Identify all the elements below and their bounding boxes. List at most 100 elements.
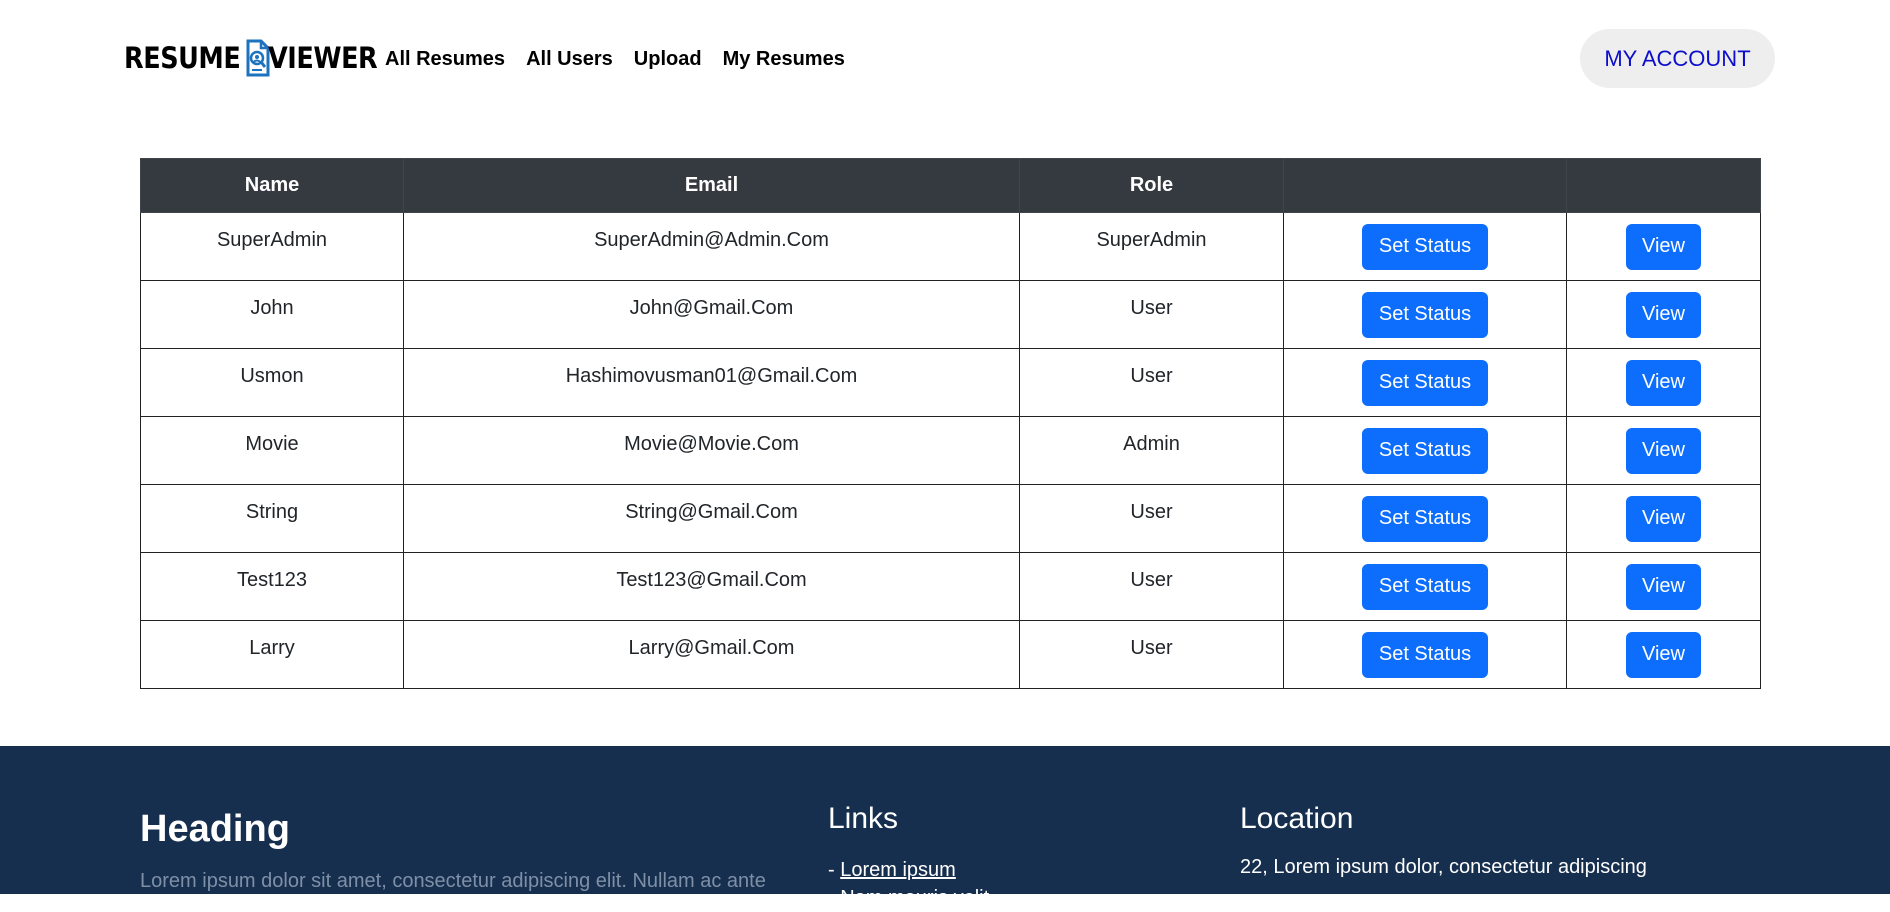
logo-word-resume: RESUME (124, 41, 241, 75)
set-status-button[interactable]: Set Status (1361, 291, 1489, 338)
set-status-button[interactable]: Set Status (1361, 359, 1489, 406)
view-button[interactable]: View (1626, 291, 1701, 338)
footer-links-title: Links (828, 802, 899, 835)
footer-location-text: 22, Lorem ipsum dolor, consectetur adipi… (1240, 856, 1647, 878)
view-button[interactable]: View (1626, 359, 1701, 406)
set-status-button[interactable]: Set Status (1361, 427, 1489, 474)
user-email: Larry@Gmail.Com (628, 637, 795, 659)
cell-status: Set Status (1283, 416, 1567, 485)
cell-name: String (140, 484, 404, 553)
table-row: String String@Gmail.Com User Set Status … (140, 484, 1761, 553)
cell-status: Set Status (1283, 280, 1567, 349)
cell-view: View (1566, 348, 1761, 417)
cell-role: User (1019, 620, 1284, 689)
table-row: Larry Larry@Gmail.Com User Set Status Vi… (140, 620, 1761, 689)
footer-link-item: - Nam mauris velit (828, 884, 989, 912)
cell-status: Set Status (1283, 212, 1567, 281)
user-email: String@Gmail.Com (625, 501, 798, 523)
cell-role: SuperAdmin (1019, 212, 1284, 281)
table-row: SuperAdmin SuperAdmin@Admin.Com SuperAdm… (140, 212, 1761, 281)
cell-status: Set Status (1283, 484, 1567, 553)
main-nav: All Resumes All Users Upload My Resumes (385, 44, 845, 74)
user-name: Usmon (240, 365, 304, 387)
my-account-button[interactable]: MY ACCOUNT (1580, 29, 1775, 88)
nav-my-resumes[interactable]: My Resumes (723, 44, 845, 74)
table-row: John John@Gmail.Com User Set Status View (140, 280, 1761, 349)
footer-link[interactable]: Lorem ipsum (840, 859, 956, 881)
user-role: User (1130, 297, 1173, 319)
column-header-name: Name (140, 158, 404, 213)
cell-name: Larry (140, 620, 404, 689)
nav-upload[interactable]: Upload (634, 44, 702, 74)
cell-status: Set Status (1283, 552, 1567, 621)
view-button[interactable]: View (1626, 427, 1701, 474)
user-email: John@Gmail.Com (629, 297, 794, 319)
user-role: User (1130, 501, 1173, 523)
user-role: Admin (1123, 433, 1180, 455)
cell-view: View (1566, 416, 1761, 485)
cell-role: User (1019, 552, 1284, 621)
cell-email: Hashimovusman01@Gmail.Com (403, 348, 1020, 417)
cell-view: View (1566, 212, 1761, 281)
column-header-status (1283, 158, 1567, 213)
footer-link-prefix: - (828, 859, 841, 881)
user-name: John (250, 297, 294, 319)
cell-email: Larry@Gmail.Com (403, 620, 1020, 689)
column-header-role: Role (1019, 158, 1284, 213)
view-button[interactable]: View (1626, 563, 1701, 610)
view-button[interactable]: View (1626, 495, 1701, 542)
cell-name: John (140, 280, 404, 349)
footer-links-list: - Lorem ipsum - Nam mauris velit (828, 856, 989, 912)
table-row: Test123 Test123@Gmail.Com User Set Statu… (140, 552, 1761, 621)
user-name: String (245, 501, 299, 523)
view-button[interactable]: View (1626, 223, 1701, 270)
user-email: Movie@Movie.Com (624, 433, 799, 455)
cell-view: View (1566, 280, 1761, 349)
table-row: Usmon Hashimovusman01@Gmail.Com User Set… (140, 348, 1761, 417)
footer-link[interactable]: Nam mauris velit (840, 887, 989, 909)
footer-heading: Heading (140, 808, 290, 850)
column-header-view (1566, 158, 1761, 213)
cell-email: Movie@Movie.Com (403, 416, 1020, 485)
cell-email: Test123@Gmail.Com (403, 552, 1020, 621)
user-role: User (1130, 569, 1173, 591)
site-header: RESUME VIEWER All Resumes All Users Uplo… (0, 0, 1890, 118)
table-row: Movie Movie@Movie.Com Admin Set Status V… (140, 416, 1761, 485)
user-role: SuperAdmin (1096, 229, 1207, 251)
nav-all-users[interactable]: All Users (526, 44, 613, 74)
footer-location-title: Location (1240, 802, 1354, 835)
cell-email: SuperAdmin@Admin.Com (403, 212, 1020, 281)
user-role: User (1130, 637, 1173, 659)
footer-link-item: - Lorem ipsum (828, 856, 989, 884)
set-status-button[interactable]: Set Status (1361, 495, 1489, 542)
cell-status: Set Status (1283, 348, 1567, 417)
table-header-row: Name Email Role (140, 158, 1761, 213)
set-status-button[interactable]: Set Status (1361, 563, 1489, 610)
user-name: Movie (245, 433, 299, 455)
cell-name: Usmon (140, 348, 404, 417)
view-button[interactable]: View (1626, 631, 1701, 678)
set-status-button[interactable]: Set Status (1361, 631, 1489, 678)
footer-description: Lorem ipsum dolor sit amet, consectetur … (140, 870, 766, 892)
cell-role: User (1019, 280, 1284, 349)
cell-role: User (1019, 348, 1284, 417)
user-role: User (1130, 365, 1173, 387)
cell-email: John@Gmail.Com (403, 280, 1020, 349)
cell-view: View (1566, 552, 1761, 621)
logo[interactable]: RESUME VIEWER (124, 38, 392, 78)
cell-role: User (1019, 484, 1284, 553)
cell-view: View (1566, 620, 1761, 689)
user-email: Test123@Gmail.Com (616, 569, 807, 591)
cell-name: Movie (140, 416, 404, 485)
set-status-button[interactable]: Set Status (1361, 223, 1489, 270)
user-email: SuperAdmin@Admin.Com (594, 229, 829, 251)
column-header-email: Email (403, 158, 1020, 213)
cell-status: Set Status (1283, 620, 1567, 689)
footer-link-prefix: - (828, 887, 841, 909)
user-name: SuperAdmin (216, 229, 328, 251)
cell-role: Admin (1019, 416, 1284, 485)
cell-name: SuperAdmin (140, 212, 404, 281)
cell-name: Test123 (140, 552, 404, 621)
cell-view: View (1566, 484, 1761, 553)
nav-all-resumes[interactable]: All Resumes (385, 44, 505, 74)
